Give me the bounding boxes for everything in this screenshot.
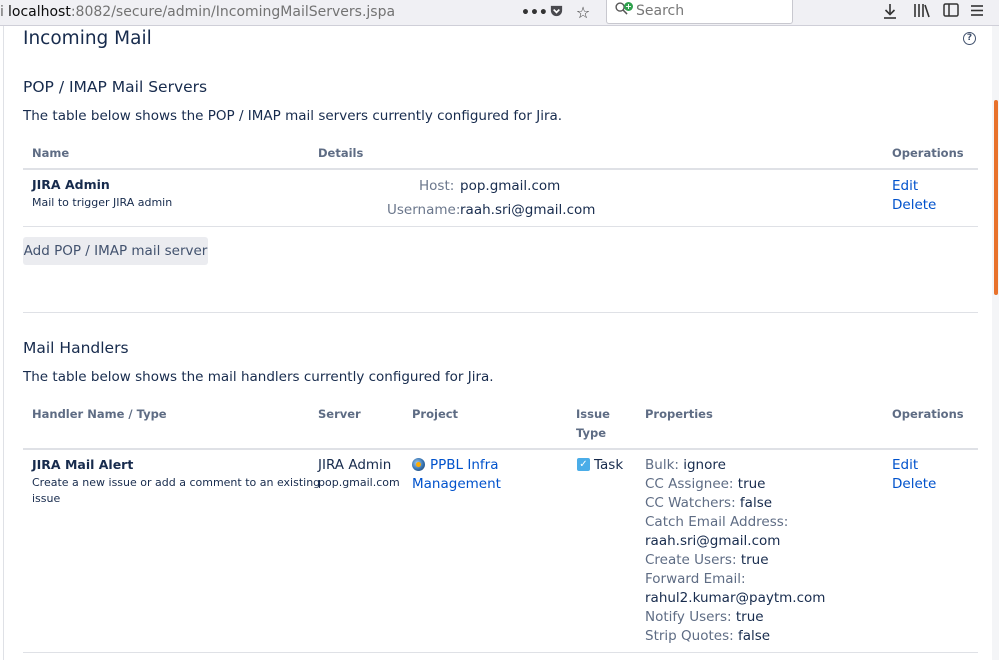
add-search-engine-icon: + (624, 2, 633, 11)
handler-type-line2: issue (32, 492, 61, 505)
pocket-icon[interactable] (547, 3, 565, 23)
property-bulk: Bulk: ignore (645, 457, 726, 473)
handler-name: JIRA Mail Alert (32, 457, 134, 472)
handler-header-divider (23, 448, 978, 450)
handler-server-host: pop.gmail.com (318, 476, 400, 489)
handler-col-operations: Operations (892, 407, 964, 421)
handler-col-properties: Properties (645, 407, 713, 421)
library-icon[interactable] (910, 3, 932, 23)
edit-server-link[interactable]: Edit (892, 178, 918, 194)
issue-type-value: Task (594, 457, 624, 473)
pop-col-name: Name (32, 146, 70, 160)
address-bar[interactable]: i localhost:8082/secure/admin/IncomingMai… (0, 0, 395, 26)
project-link-line1[interactable]: PPBL Infra (430, 457, 498, 473)
pop-col-details: Details (318, 146, 364, 160)
handler-col-name: Handler Name / Type (32, 407, 167, 421)
bookmark-star-icon[interactable]: ☆ (573, 3, 593, 23)
delete-handler-link[interactable]: Delete (892, 476, 936, 492)
search-input[interactable]: + Search (606, 0, 793, 24)
pop-imap-heading: POP / IMAP Mail Servers (23, 78, 208, 96)
server-name: JIRA Admin (32, 177, 110, 192)
handler-col-server: Server (318, 407, 361, 421)
handler-col-issue: Issue (576, 407, 610, 421)
section-divider (23, 312, 978, 313)
property-cc-watchers: CC Watchers: false (645, 495, 773, 511)
property-forward-email-value: rahul2.kumar@paytm.com (645, 590, 826, 606)
edit-handler-link[interactable]: Edit (892, 457, 918, 473)
handler-type-line1: Create a new issue or add a comment to a… (32, 476, 321, 489)
property-catch-email: Catch Email Address: (645, 514, 789, 530)
delete-server-link[interactable]: Delete (892, 197, 936, 213)
property-forward-email: Forward Email: (645, 571, 746, 587)
download-icon[interactable] (880, 3, 900, 23)
task-type-icon: ✓ (577, 458, 590, 471)
sidebar-icon[interactable] (941, 3, 961, 23)
pop-header-divider (23, 168, 978, 170)
handler-server-name: JIRA Admin (318, 457, 392, 473)
handler-row-divider (23, 652, 978, 653)
property-create-users: Create Users: true (645, 552, 769, 568)
pop-row-divider (23, 226, 978, 227)
more-icon[interactable]: ••• (521, 3, 548, 23)
url-host: localhost (8, 4, 71, 20)
property-strip-quotes: Strip Quotes: false (645, 628, 771, 644)
menu-icon[interactable] (968, 3, 986, 23)
pop-imap-description: The table below shows the POP / IMAP mai… (23, 108, 563, 124)
browser-toolbar: i localhost:8082/secure/admin/IncomingMai… (0, 0, 999, 26)
info-icon[interactable]: i (0, 0, 8, 25)
page-title: Incoming Mail (23, 28, 152, 49)
scrollbar-thumb[interactable] (994, 100, 998, 295)
property-cc-assignee: CC Assignee: true (645, 476, 766, 492)
property-catch-email-value: raah.sri@gmail.com (645, 533, 781, 549)
property-notify-users: Notify Users: true (645, 609, 764, 625)
handler-col-type: Type (576, 426, 607, 440)
handler-col-project: Project (412, 407, 459, 421)
mail-handlers-description: The table below shows the mail handlers … (23, 369, 494, 385)
username-label: Username: (387, 202, 461, 218)
username-value: raah.sri@gmail.com (460, 202, 596, 218)
search-placeholder: Search (636, 3, 685, 19)
server-description: Mail to trigger JIRA admin (32, 196, 173, 209)
mail-handlers-heading: Mail Handlers (23, 339, 129, 357)
url-path: :8082/secure/admin/IncomingMailServers.j… (70, 4, 396, 20)
host-label: Host: (419, 178, 455, 194)
add-mail-server-button[interactable]: Add POP / IMAP mail server (23, 237, 208, 265)
host-value: pop.gmail.com (460, 178, 561, 194)
project-avatar-icon (412, 458, 425, 471)
pop-col-operations: Operations (892, 146, 964, 160)
help-icon[interactable]: ? (963, 32, 976, 45)
project-link-line2[interactable]: Management (412, 476, 501, 492)
